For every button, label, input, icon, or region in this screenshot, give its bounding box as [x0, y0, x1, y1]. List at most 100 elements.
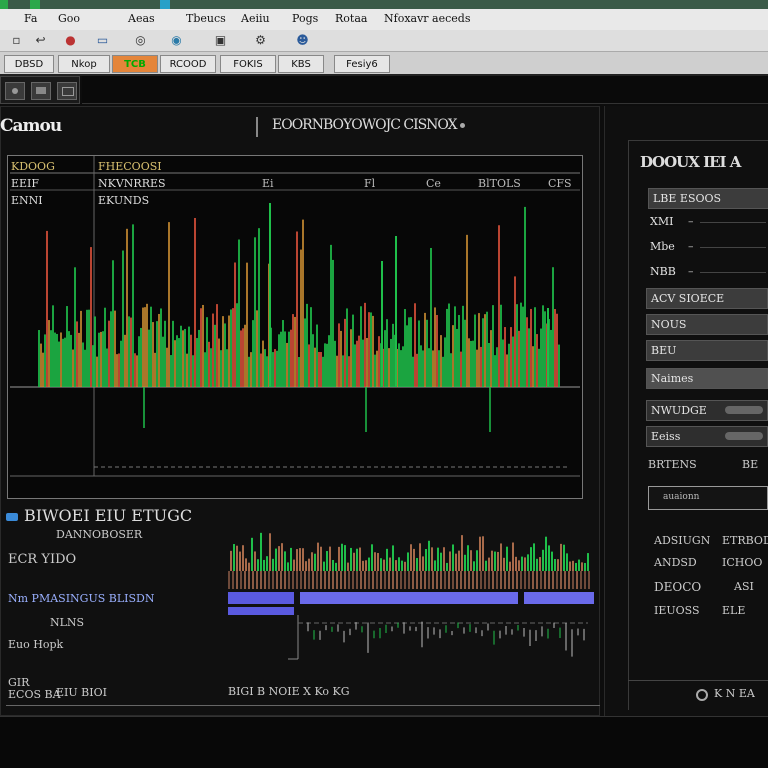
wave-bar: [404, 561, 406, 571]
param-row[interactable]: Naimes: [646, 368, 768, 389]
spectrum-bar: [458, 315, 460, 387]
value-input[interactable]: auaionn: [648, 486, 768, 510]
spectrum-bar: [214, 324, 216, 387]
param-row[interactable]: Mbe –: [646, 237, 768, 258]
wave-base-bar: [228, 571, 230, 589]
back-icon[interactable]: ↩: [32, 33, 49, 48]
spectrum-bar: [104, 307, 106, 387]
folder-button[interactable]: [31, 82, 51, 100]
spectrum-bar: [376, 350, 378, 387]
wave-base-bar: [584, 571, 586, 589]
wave-bar: [353, 552, 355, 571]
wave-bar: [359, 547, 361, 571]
wave-base-bar: [572, 571, 574, 589]
wave-base-bar: [508, 571, 510, 589]
spectrum-bar: [202, 304, 204, 387]
spectrum-bar: [320, 352, 322, 387]
param-row[interactable]: LBE ESOOS: [648, 188, 768, 209]
wave-base-bar: [472, 571, 474, 589]
spectrum-bar: [256, 310, 258, 387]
param-row[interactable]: ACV SIOECE: [646, 288, 768, 309]
spectrum-bar: [478, 313, 480, 387]
spectrum-bar: [474, 314, 476, 387]
wave-base-bar: [240, 571, 242, 589]
tab[interactable]: RCOOD: [160, 55, 216, 73]
menu-item[interactable]: Aeas: [128, 12, 155, 25]
tab[interactable]: Nkop: [58, 55, 110, 73]
tab[interactable]: KBS: [278, 55, 324, 73]
spectrum-bar: [68, 331, 70, 387]
menu-item[interactable]: Goo: [58, 12, 80, 25]
tab[interactable]: FOKIS: [220, 55, 276, 73]
spectrum-bar: [444, 337, 446, 387]
spectrum-bar: [228, 315, 230, 387]
wave-bar: [440, 552, 442, 571]
menu-item[interactable]: Pogs: [292, 12, 318, 25]
menu-item[interactable]: Aeiiu: [241, 12, 270, 25]
spectrum-bar: [272, 352, 274, 387]
image-icon[interactable]: ▣: [212, 33, 229, 48]
spectrum-bar: [418, 320, 420, 387]
wave-bar: [296, 549, 298, 571]
dot-button[interactable]: [5, 82, 25, 100]
slider-track[interactable]: [725, 406, 763, 414]
wave-bar: [236, 545, 238, 571]
spectrum-bar: [156, 321, 158, 387]
wave-base-bar: [248, 571, 250, 589]
lower-marker-icon: [6, 513, 18, 521]
spectrum-bar: [336, 355, 338, 387]
spectrum-bar: [440, 335, 442, 387]
info-left: IEUOSS: [654, 604, 700, 617]
footer-ring-icon: [696, 689, 708, 701]
layers-button[interactable]: [57, 82, 77, 100]
wave-bar: [395, 560, 397, 571]
tab[interactable]: Fesiy6: [334, 55, 390, 73]
spectrum-bar: [436, 315, 438, 387]
tab[interactable]: DBSD: [4, 55, 54, 73]
settings-icon[interactable]: ⚙: [252, 33, 269, 48]
user-icon[interactable]: ☻: [294, 33, 311, 48]
menu-item[interactable]: Rotaa: [335, 12, 367, 25]
spectrum-bar: [402, 346, 404, 387]
record-icon[interactable]: ●: [62, 33, 79, 48]
center-title: EOORNBOYOWOJC CISNOX: [256, 117, 506, 137]
wave-bar: [503, 557, 505, 571]
wave-bar: [332, 559, 334, 571]
info-left: ADSIUGN: [654, 534, 711, 547]
footer-readout: BIGI B NOIE X Ko KG: [228, 685, 350, 698]
wave-base-bar: [360, 571, 362, 589]
wave-bar: [479, 536, 481, 571]
menu-item[interactable]: Fa: [24, 12, 37, 25]
wave-base-bar: [320, 571, 322, 589]
spectrum-bar: [92, 345, 94, 387]
target-icon[interactable]: ◎: [132, 33, 149, 48]
param-slider-row[interactable]: Eeiss: [646, 426, 768, 447]
spectrum-bar: [102, 331, 104, 387]
spectrum-bar: [318, 351, 320, 387]
wave-base-bar: [264, 571, 266, 589]
spectrum-bar: [46, 230, 48, 387]
param-row[interactable]: NOUS: [646, 314, 768, 335]
spectrum-bar: [492, 305, 494, 387]
slider-track[interactable]: [725, 432, 763, 440]
menu-item[interactable]: Nfoxavr aeceds: [384, 12, 470, 25]
wave-base-bar: [444, 571, 446, 589]
param-row[interactable]: BEU: [646, 340, 768, 361]
menu-item[interactable]: Tbeucs: [186, 12, 226, 25]
lower-subtitle: DANNOBOSER: [56, 528, 143, 541]
spectrum-bar: [168, 222, 170, 387]
timeline-bar[interactable]: [228, 590, 594, 606]
monitor-icon[interactable]: ▭: [94, 33, 111, 48]
spectrum-bar: [138, 336, 140, 387]
new-file-icon[interactable]: ▫: [8, 33, 25, 48]
param-row[interactable]: XMI –: [646, 212, 768, 233]
param-row[interactable]: NBB –: [646, 262, 768, 283]
wave-bar: [311, 552, 313, 571]
param-slider-row[interactable]: NWUDGE: [646, 400, 768, 421]
spectrum-bar: [554, 309, 556, 387]
tab-active[interactable]: TCB: [112, 55, 158, 73]
wave-bar: [266, 556, 268, 571]
lower-title-text: BIWOEI EIU ETUGC: [24, 506, 193, 525]
spectrum-bar: [88, 309, 90, 387]
globe-icon[interactable]: ◉: [168, 33, 185, 48]
